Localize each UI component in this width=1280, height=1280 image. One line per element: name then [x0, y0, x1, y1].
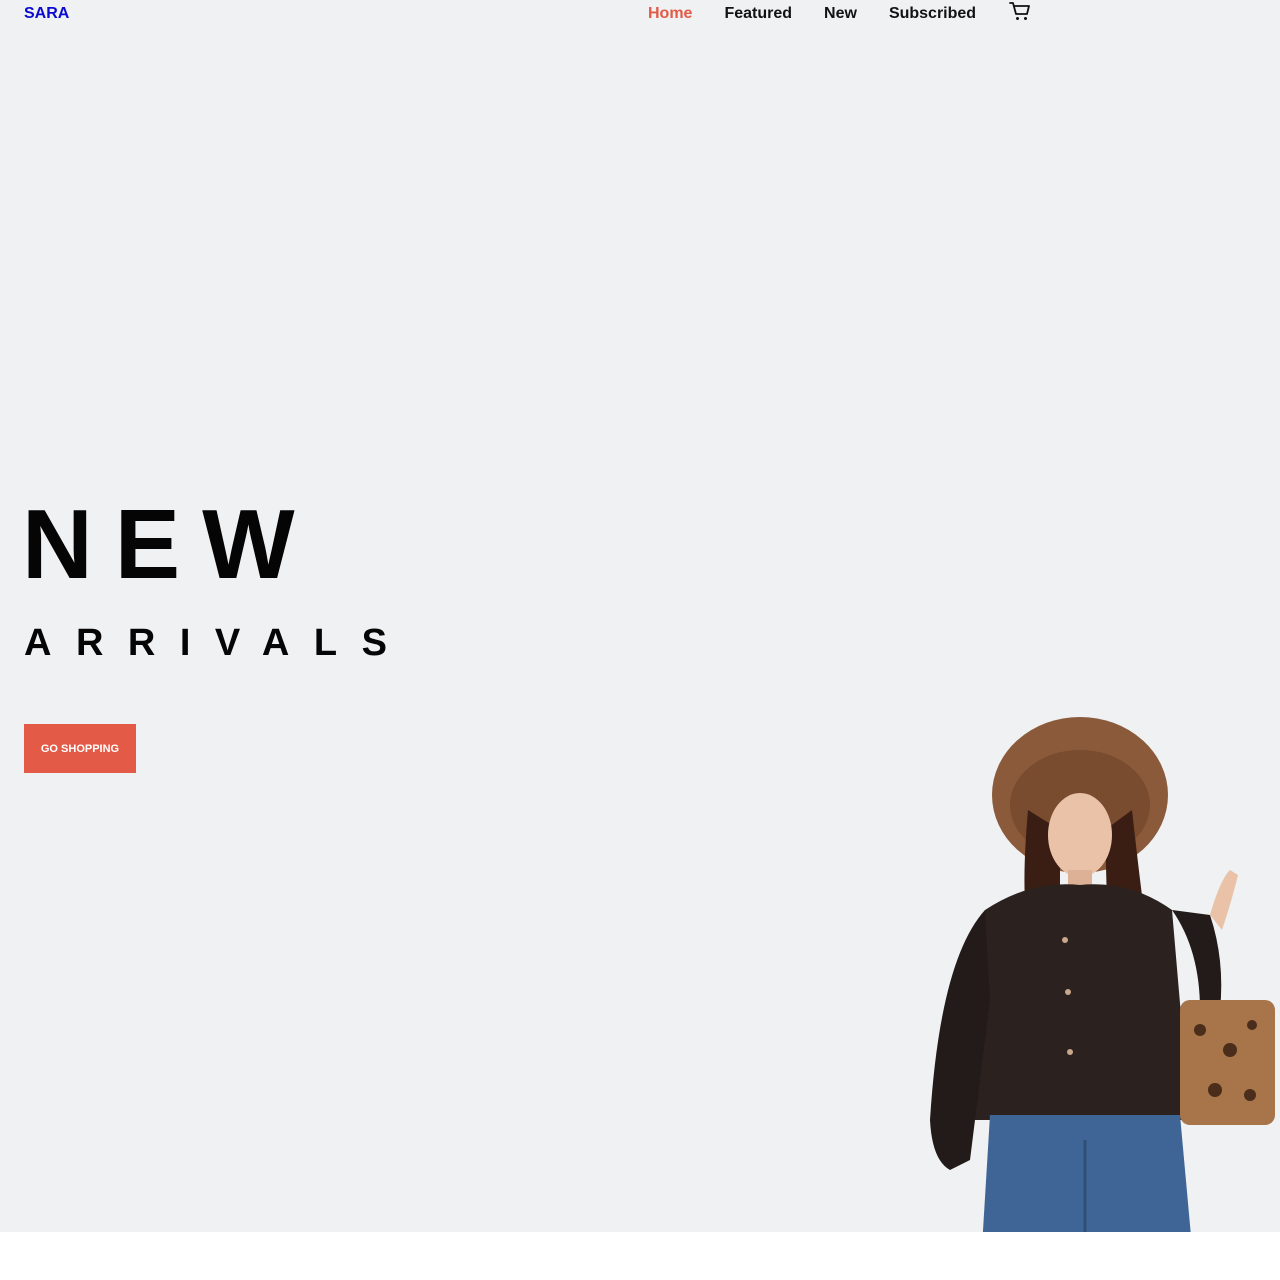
hero-headline: NEW [22, 489, 317, 599]
main-nav: Home Featured New Subscribed [648, 5, 1008, 23]
nav-item-home[interactable]: Home [648, 5, 692, 23]
hero-subheadline: ARRIVALS [24, 622, 412, 664]
page-bottom [0, 1232, 1280, 1280]
go-shopping-button[interactable]: GO SHOPPING [24, 724, 136, 773]
nav-item-subscribed[interactable]: Subscribed [889, 5, 976, 23]
cart-icon-graphic [1009, 2, 1030, 20]
nav-item-new[interactable]: New [824, 5, 857, 23]
site-logo[interactable]: SARA [24, 5, 69, 23]
hero-section: SARA Home Featured New Subscribed NEW AR… [0, 0, 1280, 1232]
cart-icon[interactable] [1008, 0, 1032, 24]
nav-item-featured[interactable]: Featured [724, 5, 792, 23]
model-photo [930, 717, 1275, 1232]
